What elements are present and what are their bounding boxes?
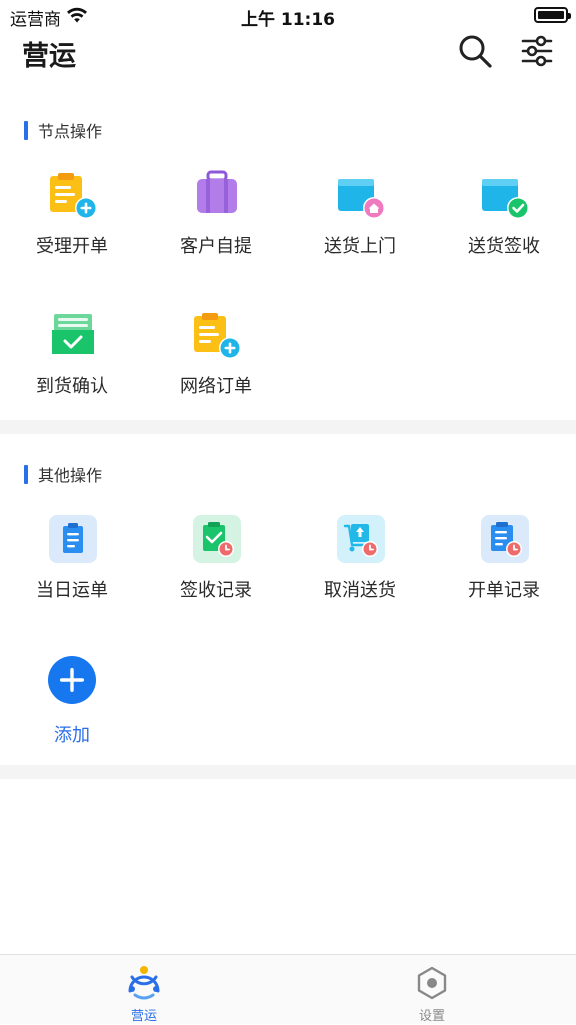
arrival-check-icon <box>52 314 94 354</box>
tile-label: 取消送货 <box>324 580 396 601</box>
home-delivery-icon <box>338 179 385 219</box>
tile-customer-pickup[interactable]: 客户自提 <box>144 162 288 272</box>
tile-label: 开单记录 <box>468 580 540 601</box>
section-accent-bar <box>24 120 28 140</box>
tab-label: 设置 <box>418 1009 445 1024</box>
section-divider <box>0 420 576 434</box>
section-title: 节点操作 <box>38 122 103 141</box>
delivery-check-icon <box>482 179 529 219</box>
page-title: 营运 <box>22 41 76 72</box>
order-record-icon <box>481 515 529 563</box>
node-operations-section: 节点操作 受理开单 客户自提 送货上门 送货签收 到货确认 网络订单 <box>0 108 576 420</box>
settings-hexagon-icon <box>417 966 447 1000</box>
tile-daily-waybill[interactable]: 当日运单 <box>0 506 144 616</box>
status-bar: 运营商 上午 11:16 <box>0 0 576 32</box>
tile-add[interactable]: 添加 <box>0 651 144 761</box>
tab-settings[interactable]: 设置 <box>288 955 576 1025</box>
section-header: 节点操作 <box>24 120 103 141</box>
clock: 上午 11:16 <box>240 10 336 30</box>
operations-tab-icon <box>128 966 160 1000</box>
tile-home-delivery[interactable]: 送货上门 <box>288 162 432 272</box>
doc-add-icon <box>50 173 97 219</box>
other-operations-section: 其他操作 当日运单 签收记录 取消送货 开单记录 添加 <box>0 452 576 765</box>
tile-accept-order[interactable]: 受理开单 <box>0 162 144 272</box>
tile-arrival-confirm[interactable]: 到货确认 <box>0 302 144 412</box>
filter-settings-icon[interactable] <box>518 32 556 70</box>
navigation-bar: 营运 <box>0 32 576 76</box>
tile-order-record[interactable]: 开单记录 <box>432 506 576 616</box>
tile-cancel-delivery[interactable]: 取消送货 <box>288 506 432 616</box>
tab-operations[interactable]: 营运 <box>0 955 288 1025</box>
tile-label: 签收记录 <box>180 580 252 601</box>
tile-label: 当日运单 <box>36 580 108 601</box>
tile-label: 送货上门 <box>324 236 396 257</box>
battery-icon <box>534 7 571 23</box>
add-circle-icon <box>48 656 96 704</box>
sign-record-icon <box>193 515 241 563</box>
daily-waybill-icon <box>49 515 97 563</box>
tile-label: 网络订单 <box>180 376 252 397</box>
suitcase-icon <box>197 170 237 213</box>
tab-bar: 营运 设置 <box>0 954 576 1024</box>
cancel-delivery-icon <box>337 515 385 563</box>
tile-label: 添加 <box>54 725 90 746</box>
tile-label: 到货确认 <box>36 376 108 397</box>
section-title: 其他操作 <box>38 466 103 485</box>
section-header: 其他操作 <box>24 464 103 485</box>
tab-label: 营运 <box>130 1009 157 1024</box>
tile-delivery-sign[interactable]: 送货签收 <box>432 162 576 272</box>
section-accent-bar <box>24 464 28 484</box>
search-icon[interactable] <box>456 32 494 70</box>
tile-label: 受理开单 <box>36 236 108 257</box>
tile-label: 送货签收 <box>468 236 540 257</box>
section-divider <box>0 765 576 779</box>
tile-label: 客户自提 <box>180 236 252 257</box>
tile-network-order[interactable]: 网络订单 <box>144 302 288 412</box>
network-order-icon <box>194 313 241 359</box>
tile-sign-record[interactable]: 签收记录 <box>144 506 288 616</box>
